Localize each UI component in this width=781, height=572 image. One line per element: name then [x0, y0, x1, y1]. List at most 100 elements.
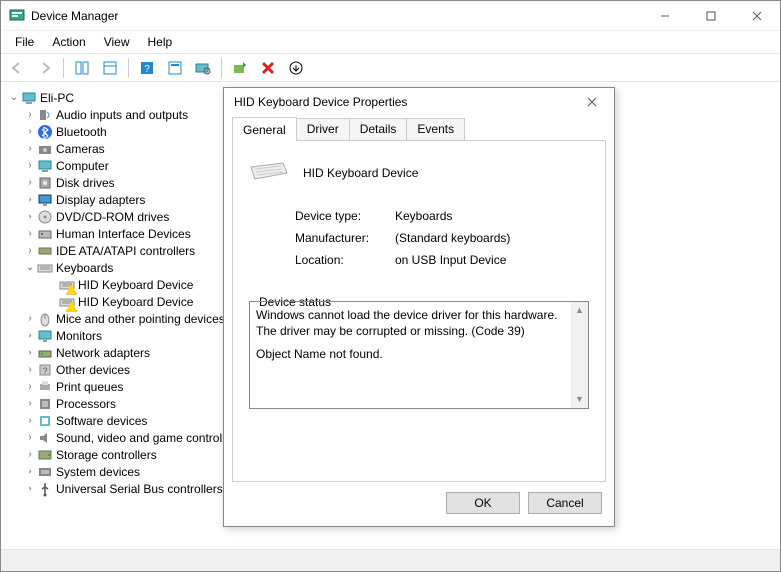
location-label: Location:: [295, 253, 395, 267]
toolbar-properties-button[interactable]: [98, 56, 122, 80]
toolbar-separator: [128, 58, 129, 78]
tree-leaf-label: HID Keyboard Device: [78, 278, 193, 292]
toolbar-more-button[interactable]: [284, 56, 308, 80]
toolbar-help-button[interactable]: ?: [135, 56, 159, 80]
expand-icon[interactable]: ›: [23, 363, 37, 377]
expand-icon[interactable]: ›: [23, 431, 37, 445]
keyboard-icon: [59, 294, 75, 310]
toolbar-forward-button[interactable]: [33, 56, 57, 80]
dialog-title: HID Keyboard Device Properties: [234, 95, 576, 109]
tree-node-label: Cameras: [56, 142, 105, 156]
scroll-down-icon[interactable]: ▼: [571, 391, 588, 408]
usb-icon: [37, 481, 53, 497]
tab-panel-general: HID Keyboard Device Device type: Keyboar…: [232, 140, 606, 482]
toolbar-show-hide-button[interactable]: [70, 56, 94, 80]
expand-icon[interactable]: ›: [23, 312, 37, 326]
ok-button[interactable]: OK: [446, 492, 520, 514]
expand-icon[interactable]: ›: [23, 346, 37, 360]
expand-icon[interactable]: ›: [23, 176, 37, 190]
toolbar-separator: [221, 58, 222, 78]
expand-icon[interactable]: ›: [23, 380, 37, 394]
keyboard-icon: [59, 277, 75, 293]
software-icon: [37, 413, 53, 429]
manufacturer-label: Manufacturer:: [295, 231, 395, 245]
property-list: Device type: Keyboards Manufacturer: (St…: [295, 205, 589, 271]
scrollbar[interactable]: ▲ ▼: [571, 302, 588, 408]
menu-file[interactable]: File: [7, 33, 42, 51]
device-name: HID Keyboard Device: [303, 166, 418, 180]
device-status-text[interactable]: Windows cannot load the device driver fo…: [249, 301, 589, 409]
toolbar-separator: [63, 58, 64, 78]
expand-icon[interactable]: ›: [23, 465, 37, 479]
expand-icon[interactable]: ›: [23, 159, 37, 173]
window-controls: [642, 1, 780, 31]
tab-driver[interactable]: Driver: [296, 118, 350, 140]
expand-icon[interactable]: ›: [23, 142, 37, 156]
menu-action[interactable]: Action: [44, 33, 93, 51]
device-type-value: Keyboards: [395, 209, 452, 223]
disk-icon: [37, 175, 53, 191]
expand-icon[interactable]: ›: [23, 448, 37, 462]
tab-general[interactable]: General: [232, 117, 297, 141]
tree-node-label: Print queues: [56, 380, 123, 394]
collapse-icon[interactable]: ⌄: [7, 91, 21, 105]
tree-node-label: Storage controllers: [56, 448, 157, 462]
tree-node-label: System devices: [56, 465, 140, 479]
expand-icon[interactable]: ⌄: [23, 261, 37, 275]
titlebar: Device Manager: [1, 1, 780, 31]
tree-node-label: Processors: [56, 397, 116, 411]
tree-node-label: Display adapters: [56, 193, 145, 207]
ide-icon: [37, 243, 53, 259]
expand-icon[interactable]: ›: [23, 125, 37, 139]
tree-node-label: Sound, video and game controllers: [56, 431, 241, 445]
tree-node-label: Monitors: [56, 329, 102, 343]
scroll-up-icon[interactable]: ▲: [571, 302, 588, 319]
storage-icon: [37, 447, 53, 463]
svg-text:?: ?: [144, 64, 150, 75]
maximize-button[interactable]: [688, 1, 734, 31]
printer-icon: [37, 379, 53, 395]
expand-icon[interactable]: ›: [23, 108, 37, 122]
device-type-label: Device type:: [295, 209, 395, 223]
expand-icon[interactable]: ›: [23, 414, 37, 428]
close-button[interactable]: [734, 1, 780, 31]
toolbar-refresh-button[interactable]: [163, 56, 187, 80]
hid-icon: [37, 226, 53, 242]
sound-icon: [37, 430, 53, 446]
computer-icon: [37, 158, 53, 174]
expand-icon[interactable]: ›: [23, 210, 37, 224]
tree-node-label: Network adapters: [56, 346, 150, 360]
menubar: File Action View Help: [1, 31, 780, 54]
expand-icon[interactable]: ›: [23, 482, 37, 496]
expand-icon[interactable]: ›: [23, 244, 37, 258]
tab-events[interactable]: Events: [406, 118, 465, 140]
minimize-button[interactable]: [642, 1, 688, 31]
menu-view[interactable]: View: [96, 33, 138, 51]
audio-icon: [37, 107, 53, 123]
tabstrip: General Driver Details Events: [224, 116, 614, 140]
system-icon: [37, 464, 53, 480]
toolbar-update-driver-button[interactable]: [228, 56, 252, 80]
status-line-2: Object Name not found.: [256, 347, 568, 363]
toolbar-back-button[interactable]: [5, 56, 29, 80]
cpu-icon: [37, 396, 53, 412]
display-icon: [37, 192, 53, 208]
expand-icon[interactable]: ›: [23, 397, 37, 411]
other-icon: ?: [37, 362, 53, 378]
toolbar-uninstall-button[interactable]: [256, 56, 280, 80]
menu-help[interactable]: Help: [140, 33, 181, 51]
keyboard-icon: [37, 260, 53, 276]
toolbar: ?: [1, 54, 780, 82]
expand-icon[interactable]: ›: [23, 227, 37, 241]
network-icon: [37, 345, 53, 361]
dialog-close-button[interactable]: [576, 90, 608, 114]
toolbar-scan-button[interactable]: [191, 56, 215, 80]
cancel-button[interactable]: Cancel: [528, 492, 602, 514]
expand-icon[interactable]: ›: [23, 193, 37, 207]
tab-details[interactable]: Details: [349, 118, 408, 140]
svg-text:?: ?: [42, 366, 47, 376]
expand-icon[interactable]: ›: [23, 329, 37, 343]
mouse-icon: [37, 311, 53, 327]
dialog-buttons: OK Cancel: [224, 482, 614, 526]
dialog-titlebar[interactable]: HID Keyboard Device Properties: [224, 88, 614, 116]
